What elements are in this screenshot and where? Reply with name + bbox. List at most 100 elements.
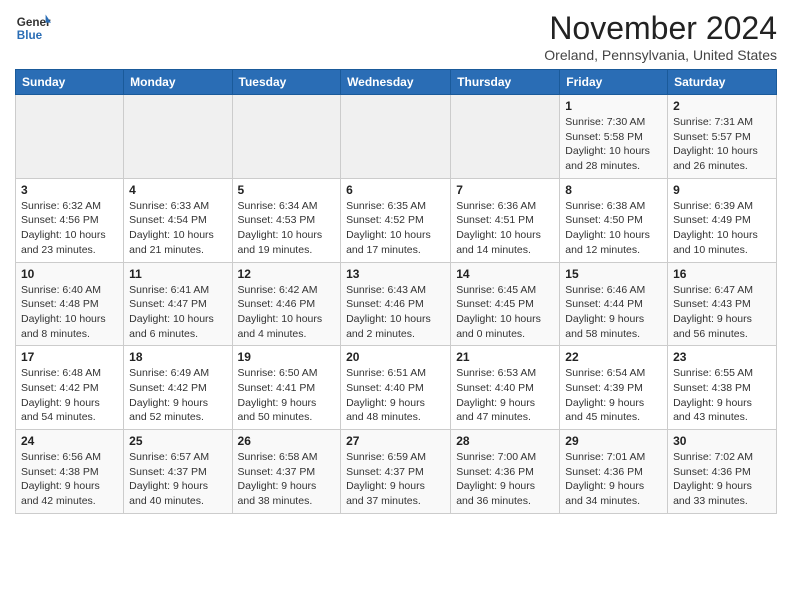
day-number: 20	[346, 350, 445, 364]
day-info: Sunrise: 6:33 AM Sunset: 4:54 PM Dayligh…	[129, 199, 226, 258]
day-cell	[451, 95, 560, 179]
day-number: 4	[129, 183, 226, 197]
day-cell	[232, 95, 341, 179]
day-info: Sunrise: 6:59 AM Sunset: 4:37 PM Dayligh…	[346, 450, 445, 509]
column-header-sunday: Sunday	[16, 70, 124, 95]
day-cell: 12Sunrise: 6:42 AM Sunset: 4:46 PM Dayli…	[232, 262, 341, 346]
day-cell	[16, 95, 124, 179]
day-cell: 21 Sunrise: 6:53 AM Sunset: 4:40 PM Dayli…	[451, 346, 560, 430]
day-info: Sunrise: 6:57 AM Sunset: 4:37 PM Dayligh…	[129, 450, 226, 509]
day-number: 7	[456, 183, 554, 197]
day-cell: 3 Sunrise: 6:32 AM Sunset: 4:56 PM Daylig…	[16, 178, 124, 262]
day-cell: 6 Sunrise: 6:35 AM Sunset: 4:52 PM Daylig…	[341, 178, 451, 262]
calendar-table: SundayMondayTuesdayWednesdayThursdayFrid…	[15, 69, 777, 514]
day-cell: 20 Sunrise: 6:51 AM Sunset: 4:40 PM Dayli…	[341, 346, 451, 430]
day-number: 21	[456, 350, 554, 364]
day-info: Sunrise: 6:50 AM Sunset: 4:41 PM Dayligh…	[238, 366, 336, 425]
column-header-wednesday: Wednesday	[341, 70, 451, 95]
day-cell: 4 Sunrise: 6:33 AM Sunset: 4:54 PM Daylig…	[124, 178, 232, 262]
day-info: Sunrise: 6:46 AM Sunset: 4:44 PM Dayligh…	[565, 283, 662, 342]
day-number: 17	[21, 350, 118, 364]
day-number: 11	[129, 267, 226, 281]
location: Oreland, Pennsylvania, United States	[544, 47, 777, 63]
day-info: Sunrise: 6:56 AM Sunset: 4:38 PM Dayligh…	[21, 450, 118, 509]
week-row-4: 17 Sunrise: 6:48 AM Sunset: 4:42 PM Dayli…	[16, 346, 777, 430]
day-number: 14	[456, 267, 554, 281]
day-cell: 10 Sunrise: 6:40 AM Sunset: 4:48 PM Dayli…	[16, 262, 124, 346]
day-cell: 11 Sunrise: 6:41 AM Sunset: 4:47 PM Dayli…	[124, 262, 232, 346]
day-cell: 19 Sunrise: 6:50 AM Sunset: 4:41 PM Dayli…	[232, 346, 341, 430]
day-info: Sunrise: 7:31 AM Sunset: 5:57 PM Dayligh…	[673, 115, 771, 174]
day-info: Sunrise: 6:47 AM Sunset: 4:43 PM Dayligh…	[673, 283, 771, 342]
week-row-5: 24 Sunrise: 6:56 AM Sunset: 4:38 PM Dayli…	[16, 430, 777, 514]
day-cell: 26 Sunrise: 6:58 AM Sunset: 4:37 PM Dayli…	[232, 430, 341, 514]
day-number: 3	[21, 183, 118, 197]
day-number: 29	[565, 434, 662, 448]
day-info: Sunrise: 6:34 AM Sunset: 4:53 PM Dayligh…	[238, 199, 336, 258]
day-info: Sunrise: 6:35 AM Sunset: 4:52 PM Dayligh…	[346, 199, 445, 258]
header: General Blue November 2024 Oreland, Penn…	[15, 10, 777, 63]
day-cell: 22 Sunrise: 6:54 AM Sunset: 4:39 PM Dayli…	[560, 346, 668, 430]
day-cell: 18Sunrise: 6:49 AM Sunset: 4:42 PM Dayli…	[124, 346, 232, 430]
day-cell: 1Sunrise: 7:30 AM Sunset: 5:58 PM Daylig…	[560, 95, 668, 179]
svg-text:Blue: Blue	[17, 29, 43, 42]
day-number: 5	[238, 183, 336, 197]
day-cell: 8Sunrise: 6:38 AM Sunset: 4:50 PM Daylig…	[560, 178, 668, 262]
week-row-2: 3 Sunrise: 6:32 AM Sunset: 4:56 PM Daylig…	[16, 178, 777, 262]
day-info: Sunrise: 6:39 AM Sunset: 4:49 PM Dayligh…	[673, 199, 771, 258]
day-cell: 27 Sunrise: 6:59 AM Sunset: 4:37 PM Dayli…	[341, 430, 451, 514]
day-info: Sunrise: 6:54 AM Sunset: 4:39 PM Dayligh…	[565, 366, 662, 425]
day-number: 25	[129, 434, 226, 448]
day-info: Sunrise: 6:48 AM Sunset: 4:42 PM Dayligh…	[21, 366, 118, 425]
day-cell: 15Sunrise: 6:46 AM Sunset: 4:44 PM Dayli…	[560, 262, 668, 346]
column-header-friday: Friday	[560, 70, 668, 95]
day-number: 23	[673, 350, 771, 364]
column-header-thursday: Thursday	[451, 70, 560, 95]
day-number: 12	[238, 267, 336, 281]
day-info: Sunrise: 6:58 AM Sunset: 4:37 PM Dayligh…	[238, 450, 336, 509]
day-number: 9	[673, 183, 771, 197]
day-info: Sunrise: 7:00 AM Sunset: 4:36 PM Dayligh…	[456, 450, 554, 509]
day-info: Sunrise: 6:51 AM Sunset: 4:40 PM Dayligh…	[346, 366, 445, 425]
column-header-monday: Monday	[124, 70, 232, 95]
day-number: 6	[346, 183, 445, 197]
day-cell: 16 Sunrise: 6:47 AM Sunset: 4:43 PM Dayli…	[668, 262, 777, 346]
day-info: Sunrise: 6:55 AM Sunset: 4:38 PM Dayligh…	[673, 366, 771, 425]
logo: General Blue	[15, 10, 51, 46]
day-cell: 9 Sunrise: 6:39 AM Sunset: 4:49 PM Daylig…	[668, 178, 777, 262]
day-info: Sunrise: 6:45 AM Sunset: 4:45 PM Dayligh…	[456, 283, 554, 342]
day-number: 30	[673, 434, 771, 448]
day-info: Sunrise: 6:36 AM Sunset: 4:51 PM Dayligh…	[456, 199, 554, 258]
logo-icon: General Blue	[15, 10, 51, 46]
day-number: 27	[346, 434, 445, 448]
day-number: 16	[673, 267, 771, 281]
title-area: November 2024 Oreland, Pennsylvania, Uni…	[544, 10, 777, 63]
column-header-saturday: Saturday	[668, 70, 777, 95]
day-info: Sunrise: 6:40 AM Sunset: 4:48 PM Dayligh…	[21, 283, 118, 342]
day-number: 26	[238, 434, 336, 448]
day-number: 13	[346, 267, 445, 281]
day-cell: 5 Sunrise: 6:34 AM Sunset: 4:53 PM Daylig…	[232, 178, 341, 262]
day-cell: 24 Sunrise: 6:56 AM Sunset: 4:38 PM Dayli…	[16, 430, 124, 514]
column-header-tuesday: Tuesday	[232, 70, 341, 95]
day-info: Sunrise: 6:41 AM Sunset: 4:47 PM Dayligh…	[129, 283, 226, 342]
day-number: 19	[238, 350, 336, 364]
day-number: 2	[673, 99, 771, 113]
day-info: Sunrise: 6:43 AM Sunset: 4:46 PM Dayligh…	[346, 283, 445, 342]
day-number: 24	[21, 434, 118, 448]
day-number: 1	[565, 99, 662, 113]
day-cell: 28Sunrise: 7:00 AM Sunset: 4:36 PM Dayli…	[451, 430, 560, 514]
day-cell	[341, 95, 451, 179]
week-row-1: 1Sunrise: 7:30 AM Sunset: 5:58 PM Daylig…	[16, 95, 777, 179]
day-number: 22	[565, 350, 662, 364]
day-cell: 17 Sunrise: 6:48 AM Sunset: 4:42 PM Dayli…	[16, 346, 124, 430]
day-number: 18	[129, 350, 226, 364]
day-info: Sunrise: 6:32 AM Sunset: 4:56 PM Dayligh…	[21, 199, 118, 258]
day-info: Sunrise: 7:01 AM Sunset: 4:36 PM Dayligh…	[565, 450, 662, 509]
day-number: 10	[21, 267, 118, 281]
day-info: Sunrise: 7:02 AM Sunset: 4:36 PM Dayligh…	[673, 450, 771, 509]
week-row-3: 10 Sunrise: 6:40 AM Sunset: 4:48 PM Dayli…	[16, 262, 777, 346]
day-cell: 7 Sunrise: 6:36 AM Sunset: 4:51 PM Daylig…	[451, 178, 560, 262]
day-info: Sunrise: 6:53 AM Sunset: 4:40 PM Dayligh…	[456, 366, 554, 425]
day-cell	[124, 95, 232, 179]
